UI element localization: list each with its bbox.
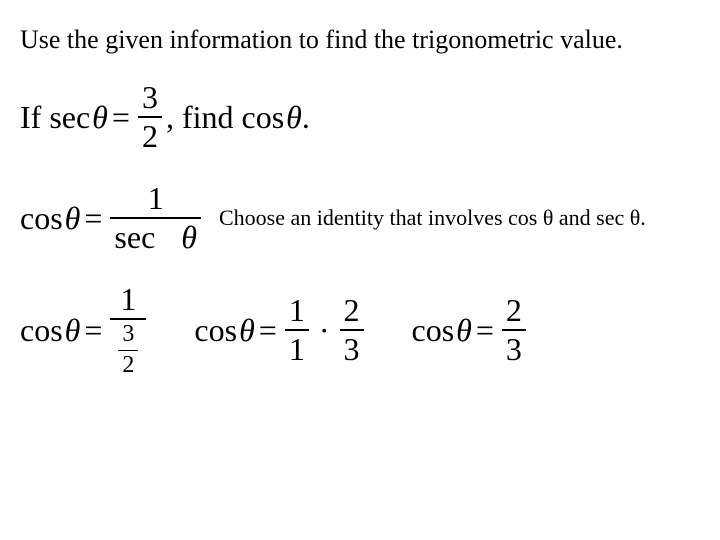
step2-fraction-a: 1 1 [281, 294, 313, 367]
period: . [302, 99, 310, 136]
equals-sign: = [108, 99, 134, 136]
step-3: cos θ = 2 3 [412, 294, 530, 367]
identity-denominator: sec θ [110, 221, 201, 255]
theta-symbol: θ [286, 99, 302, 136]
theta-symbol: θ [181, 219, 197, 255]
nested-den: 2 [118, 353, 138, 378]
hint-text: Choose an identity that involves cos θ a… [219, 205, 646, 231]
step2-fraction-b: 2 3 [336, 294, 368, 367]
step-2: cos θ = 1 1 · 2 3 [194, 294, 367, 367]
theta-symbol: θ [456, 312, 472, 349]
frac-a-den: 1 [285, 333, 309, 367]
cos-label: cos [241, 99, 286, 136]
cos-label: cos [20, 200, 65, 237]
theta-symbol: θ [65, 312, 81, 349]
identity-row: cos θ = 1 sec θ Choose an identity that … [20, 182, 700, 255]
result-den: 3 [502, 333, 526, 367]
cos-label: cos [412, 312, 457, 349]
equals-sign: = [472, 312, 498, 349]
multiply-dot: · [313, 312, 336, 349]
nested-num: 3 [118, 322, 138, 347]
identity-fraction: 1 sec θ [106, 182, 205, 255]
result-num: 2 [502, 294, 526, 328]
sec-label: sec [114, 219, 157, 255]
frac-b-den: 3 [340, 333, 364, 367]
given-denominator: 2 [138, 120, 162, 154]
frac-b-num: 2 [340, 294, 364, 328]
equals-sign: = [80, 200, 106, 237]
equals-sign: = [80, 312, 106, 349]
step1-fraction: 1 3 2 [106, 283, 150, 378]
step1-numerator: 1 [116, 283, 140, 317]
word-find: find [182, 99, 234, 136]
cos-label: cos [20, 312, 65, 349]
step1-denominator: 3 2 [110, 322, 146, 377]
result-fraction: 2 3 [498, 294, 530, 367]
frac-a-num: 1 [285, 294, 309, 328]
cos-label: cos [194, 312, 239, 349]
problem-math: If sec θ = 3 2 , find cos θ . [20, 81, 310, 154]
identity-numerator: 1 [144, 182, 168, 216]
solution-steps: cos θ = 1 3 2 cos θ = 1 [20, 283, 700, 378]
instruction-text: Use the given information to find the tr… [20, 24, 700, 57]
given-numerator: 3 [138, 81, 162, 115]
comma: , [166, 99, 174, 136]
nested-fraction: 3 2 [114, 322, 142, 377]
word-if: If [20, 99, 41, 136]
theta-symbol: θ [239, 312, 255, 349]
theta-symbol: θ [92, 99, 108, 136]
given-fraction: 3 2 [134, 81, 166, 154]
step-1: cos θ = 1 3 2 [20, 283, 150, 378]
theta-symbol: θ [65, 200, 81, 237]
fraction-bar [118, 350, 138, 351]
fraction-bar [110, 318, 146, 320]
sec-label: sec [49, 99, 92, 136]
equals-sign: = [255, 312, 281, 349]
problem-statement: If sec θ = 3 2 , find cos θ . [20, 81, 700, 154]
identity-math: cos θ = 1 sec θ [20, 182, 205, 255]
